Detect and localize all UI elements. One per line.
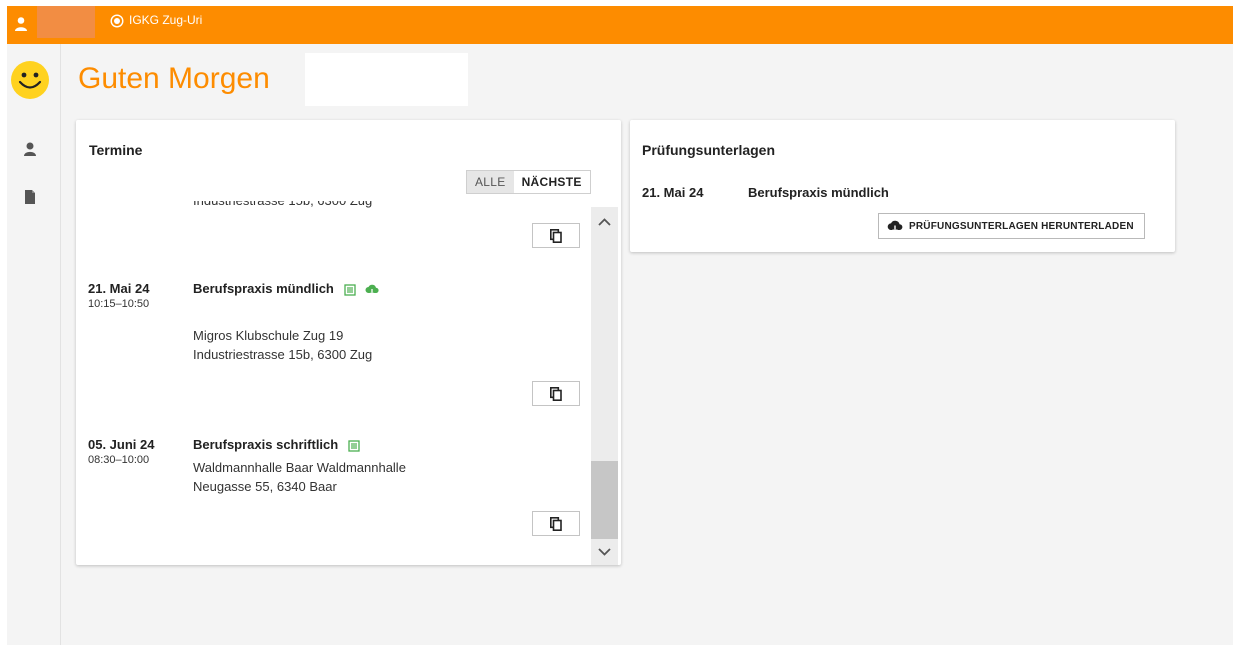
org-name[interactable]: IGKG Zug-Uri — [129, 13, 202, 27]
copy-icon — [550, 228, 562, 243]
cloud-download-icon — [887, 220, 903, 233]
greeting-title: Guten Morgen — [78, 62, 270, 95]
termin-title-text: Berufspraxis mündlich — [193, 281, 334, 296]
termin-address-line1: Migros Klubschule Zug 19 — [193, 328, 344, 343]
pruefungsunterlagen-card: Prüfungsunterlagen 21. Mai 24 Berufsprax… — [630, 120, 1175, 252]
filter-next-button[interactable]: NÄCHSTE — [513, 171, 590, 193]
copy-icon — [550, 386, 562, 401]
termin-title: Berufspraxis schriftlich — [193, 437, 360, 452]
download-documents-button[interactable]: PRÜFUNGSUNTERLAGEN HERUNTERLADEN — [878, 213, 1145, 239]
termine-title: Termine — [89, 142, 143, 158]
termin-date: 05. Juni 24 — [88, 437, 155, 452]
sidebar — [7, 44, 61, 645]
termin-address-line2: Industriestrasse 15b, 6300 Zug — [193, 201, 372, 210]
details-icon[interactable] — [348, 439, 360, 452]
termin-address-line2: Industriestrasse 15b, 6300 Zug — [193, 347, 373, 362]
copy-button[interactable] — [532, 223, 580, 248]
termin-time: 08:30–10:00 — [88, 454, 150, 466]
termine-list: Industriestrasse 15b, 6300 Zug 21. Mai 2… — [76, 201, 591, 566]
filter-toggle: ALLE NÄCHSTE — [466, 170, 591, 194]
termin-time: 10:15–10:50 — [88, 298, 150, 310]
pruefung-date: 21. Mai 24 — [642, 185, 704, 200]
app-frame: IGKG Zug-Uri Guten Morgen Termine ALLE N… — [7, 6, 1233, 645]
person-icon[interactable] — [22, 141, 38, 157]
termin-title: Berufspraxis mündlich — [193, 281, 379, 296]
copy-button[interactable] — [532, 381, 580, 406]
termin-address-line2: Neugasse 55, 6340 Baar — [193, 479, 337, 494]
termin-address-line1: Waldmannhalle Baar Waldmannhalle — [193, 460, 406, 475]
termine-card: Termine ALLE NÄCHSTE Industriestrasse 15… — [76, 120, 621, 565]
top-bar: IGKG Zug-Uri — [7, 6, 1233, 44]
org-radio-icon[interactable] — [110, 14, 124, 28]
copy-button[interactable] — [532, 511, 580, 536]
cloud-download-icon[interactable] — [365, 284, 379, 296]
scroll-down-icon[interactable] — [597, 547, 612, 557]
user-icon[interactable] — [14, 16, 28, 32]
scroll-up-icon[interactable] — [597, 217, 612, 227]
termin-title-text: Berufspraxis schriftlich — [193, 437, 339, 452]
smiley-icon — [11, 61, 49, 99]
user-name-block[interactable] — [37, 6, 95, 38]
pruefungsunterlagen-title: Prüfungsunterlagen — [642, 142, 776, 158]
copy-icon — [550, 516, 562, 531]
filter-all-button[interactable]: ALLE — [467, 171, 514, 193]
document-icon[interactable] — [22, 189, 38, 205]
details-icon[interactable] — [343, 283, 356, 296]
termine-scrollbar[interactable] — [591, 207, 618, 565]
termin-date: 21. Mai 24 — [88, 281, 150, 296]
download-documents-label: PRÜFUNGSUNTERLAGEN HERUNTERLADEN — [909, 220, 1134, 232]
scrollbar-thumb[interactable] — [591, 461, 618, 539]
pruefung-title: Berufspraxis mündlich — [748, 185, 889, 200]
user-name-placeholder — [305, 53, 468, 106]
